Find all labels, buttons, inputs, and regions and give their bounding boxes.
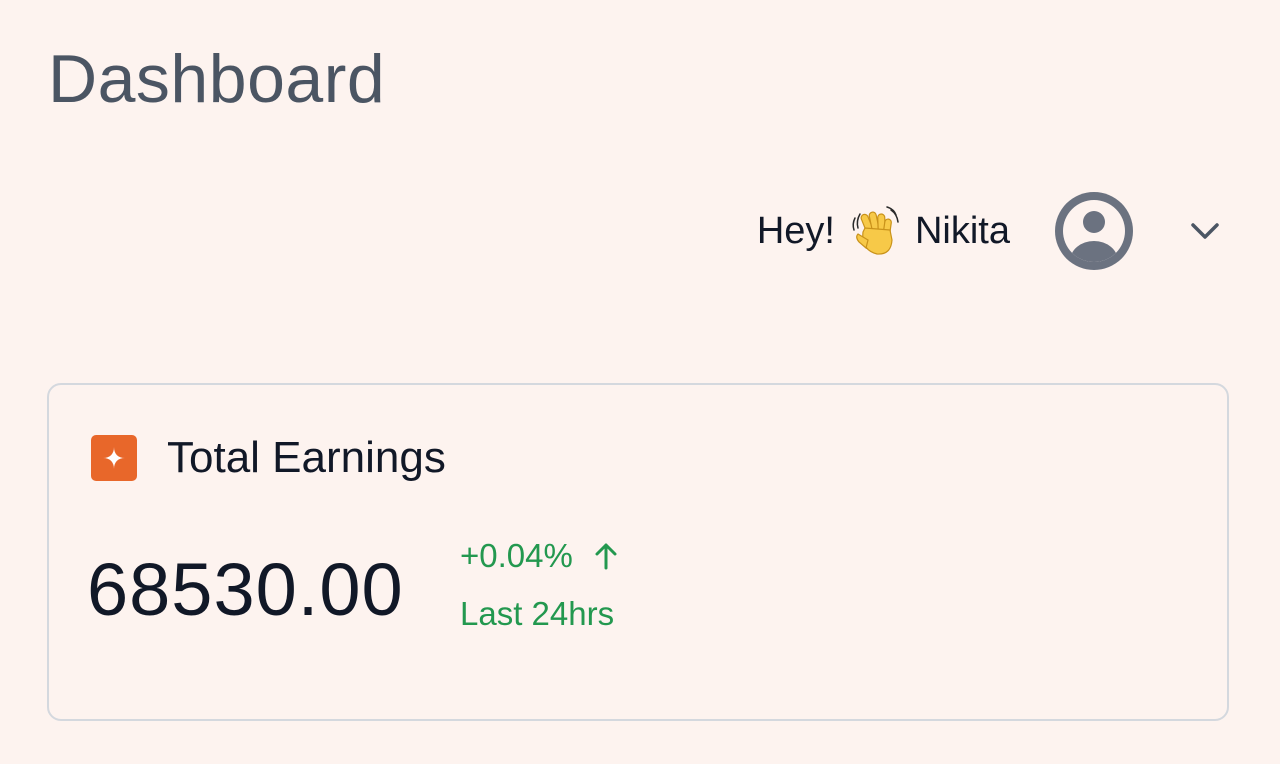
earnings-change: +0.04% Last 24hrs: [460, 537, 619, 633]
card-header: Total Earnings: [91, 433, 446, 483]
greeting: Hey! Nikita: [757, 204, 1010, 258]
change-percent: +0.04%: [460, 537, 573, 574]
page-title: Dashboard: [48, 41, 386, 117]
waving-hand-icon: [849, 204, 903, 258]
user-menu[interactable]: Hey! Nikita: [757, 190, 1222, 272]
total-earnings-card: Total Earnings 68530.00 +0.04% Last 24hr…: [47, 383, 1229, 721]
sparkle-icon: [91, 435, 137, 481]
change-line: +0.04%: [460, 537, 619, 575]
earnings-value: 68530.00: [87, 548, 404, 631]
user-name: Nikita: [914, 209, 1010, 252]
user-avatar-icon[interactable]: [1054, 191, 1134, 271]
chevron-down-icon[interactable]: [1188, 214, 1222, 248]
greeting-prefix: Hey!: [756, 209, 835, 252]
arrow-up-icon: [593, 541, 619, 571]
card-title: Total Earnings: [167, 433, 446, 482]
change-period: Last 24hrs: [460, 595, 615, 632]
